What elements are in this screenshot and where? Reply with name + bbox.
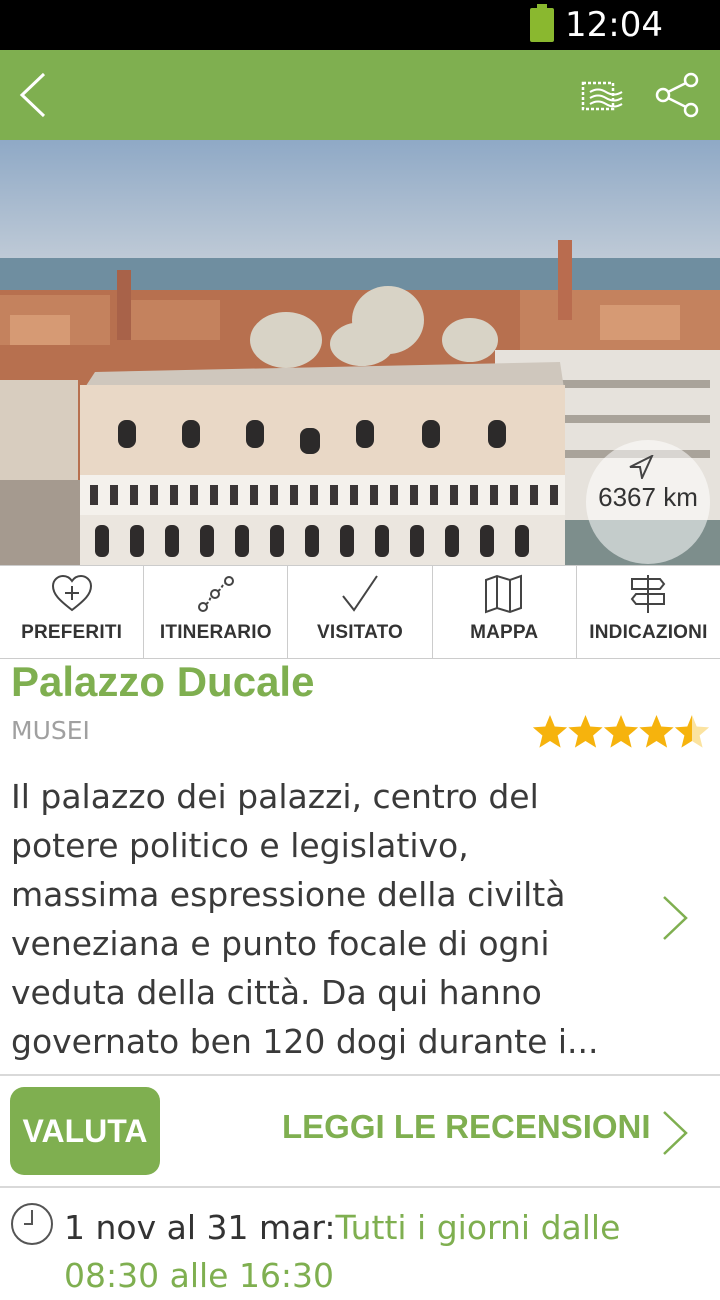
directions-button[interactable]: INDICAZIONI	[577, 566, 720, 658]
visited-button[interactable]: VISITATO	[288, 566, 433, 658]
navigation-arrow-icon	[629, 455, 654, 479]
place-title: Palazzo Ducale	[11, 658, 315, 705]
rating-star	[603, 715, 639, 748]
rate-button[interactable]: VALUTA	[10, 1087, 160, 1175]
hours-period: 1 nov al 31 mar:	[64, 1208, 336, 1247]
map-label: MAPPA	[470, 622, 539, 643]
heart-plus-icon	[51, 574, 92, 612]
favorites-label: PREFERITI	[21, 622, 123, 643]
rating-star	[532, 715, 568, 748]
distance-text: 6367 km	[598, 482, 698, 512]
share-icon[interactable]	[654, 72, 700, 118]
map-icon	[485, 574, 523, 614]
chevron-left-icon[interactable]	[14, 70, 54, 120]
route-icon	[197, 576, 234, 612]
rating-star	[639, 715, 674, 748]
favorites-button[interactable]: PREFERITI	[0, 566, 145, 658]
divider	[0, 1074, 720, 1076]
battery-icon	[530, 4, 554, 42]
opening-hours: 1 nov al 31 mar:Tutti i giorni dalle 08:…	[64, 1204, 704, 1300]
signpost-icon	[631, 575, 666, 613]
visited-label: VISITATO	[316, 622, 404, 643]
action-bar: PREFERITI ITINERARIO VISITATO MAPPA INDI…	[0, 565, 720, 659]
directions-label: INDICAZIONI	[589, 622, 708, 643]
rating-star	[674, 715, 710, 748]
chevron-right-icon[interactable]	[660, 895, 690, 941]
postcard-icon[interactable]	[580, 80, 628, 112]
chevron-right-icon[interactable]	[660, 1110, 690, 1156]
itinerary-button[interactable]: ITINERARIO	[144, 566, 289, 658]
place-description: Il palazzo dei palazzi, centro del poter…	[11, 777, 599, 1061]
clock-icon	[11, 1203, 53, 1245]
place-category: MUSEI	[11, 716, 90, 745]
rating-star	[568, 715, 603, 748]
itinerary-label: ITINERARIO	[159, 622, 272, 643]
map-button[interactable]: MAPPA	[433, 566, 577, 658]
status-bar: 12:04 PM	[0, 0, 720, 87]
divider	[0, 1186, 720, 1188]
check-icon	[342, 575, 378, 612]
rating-stars	[532, 715, 710, 748]
read-reviews-link[interactable]: LEGGI LE RECENSIONI	[282, 1108, 651, 1146]
